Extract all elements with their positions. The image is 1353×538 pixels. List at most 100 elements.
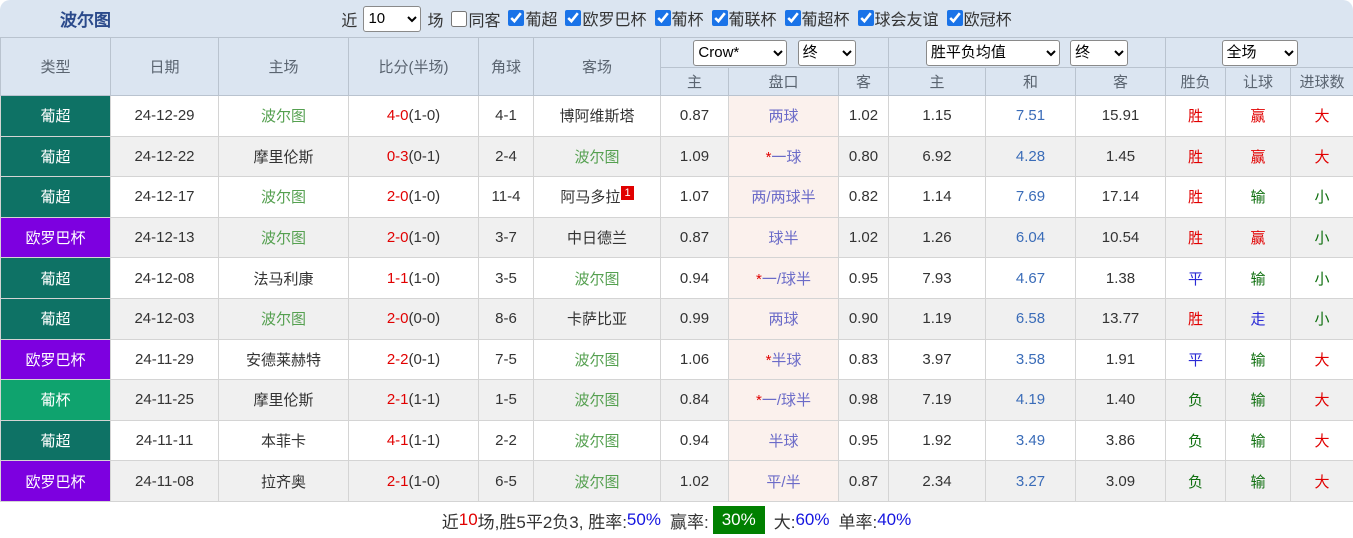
league-checkbox[interactable] [565, 10, 582, 26]
recent-count-select[interactable]: 10 [363, 5, 422, 32]
handicap-line-text: 两球 [768, 108, 799, 126]
odds-away: 1.40 [1074, 379, 1167, 421]
goals-result: 小 [1290, 297, 1353, 340]
match-date: 24-12-22 [110, 135, 219, 178]
summary-footer: 近 10 场,胜5平2负3, 胜率: 50% 赢率: 30% 大: 60% 单率: 40% [0, 501, 1353, 538]
odds-home: 7.19 [888, 379, 986, 421]
corner-count: 3-7 [478, 216, 534, 259]
league-type-badge: 欧罗巴杯 [0, 460, 111, 502]
footer-single-rate: 40% [877, 510, 912, 530]
league-filter[interactable]: 葡超 [508, 6, 557, 30]
half-time-score: (1-1) [408, 391, 441, 409]
handicap-away-odds: 0.95 [838, 257, 889, 299]
odds-group-header: 胜平负均值 终 [887, 37, 1167, 68]
handicap-line-text: 一球 [771, 148, 802, 166]
match-date: 24-12-13 [110, 216, 219, 259]
odds-draw: 3.49 [985, 419, 1076, 462]
team-recent-matches-panel: 波尔图 近 10 场 同客 葡超 欧罗巴杯 葡杯 葡联杯 葡超杯 球会友谊 欧冠杯 类型 [0, 0, 1353, 538]
league-label: 欧罗巴杯 [582, 12, 647, 29]
odds-draw: 7.69 [985, 176, 1076, 218]
subcol-result: 胜负 [1165, 67, 1227, 96]
bookmaker-select[interactable]: Crow* [693, 39, 788, 66]
handicap-home-odds: 0.94 [660, 257, 729, 299]
handicap-away-odds: 0.83 [838, 338, 889, 381]
league-type-badge: 葡超 [0, 176, 111, 218]
footer-match-count: 10 [458, 510, 478, 530]
same-venue-checkbox[interactable] [451, 10, 468, 27]
handicap-result: 输 [1225, 379, 1292, 421]
odds-away: 15.91 [1074, 95, 1167, 137]
footer-big-label: 大: [773, 512, 796, 532]
league-filter[interactable]: 欧冠杯 [946, 6, 1012, 30]
away-team-name: 波尔图 [574, 351, 620, 369]
league-filter[interactable]: 球会友谊 [857, 6, 939, 30]
league-checkbox[interactable] [784, 10, 801, 26]
league-checkbox[interactable] [857, 10, 874, 26]
away-team-name: 波尔图 [574, 392, 620, 410]
league-label: 葡联杯 [728, 12, 777, 29]
half-time-score: (1-0) [408, 107, 441, 125]
scope-select[interactable]: 全场 [1221, 39, 1298, 66]
same-venue-filter[interactable]: 同客 [451, 7, 500, 31]
handicap-result: 走 [1225, 297, 1292, 340]
col-header-home: 主场 [218, 37, 349, 96]
score-cell: 2-1(1-1) [348, 379, 479, 421]
away-team-name: 卡萨比亚 [566, 311, 627, 329]
home-team-name: 摩里伦斯 [253, 148, 314, 166]
league-type-badge: 葡杯 [0, 379, 111, 421]
col-header-date: 日期 [110, 37, 219, 96]
score-cell: 2-1(1-0) [348, 460, 479, 502]
match-result: 平 [1165, 257, 1227, 299]
footer-win-rate: 50% [626, 510, 661, 530]
odds-home: 1.26 [888, 216, 986, 259]
league-filter[interactable]: 葡超杯 [784, 6, 850, 30]
corner-count: 7-5 [478, 338, 534, 381]
match-row: 葡超 24-12-29 波尔图 4-0(1-0) 4-1 博阿维斯塔 0.87 … [0, 95, 1353, 137]
league-checkbox[interactable] [654, 10, 671, 26]
handicap-line-text: 半球 [771, 351, 802, 369]
subcol-handicap-line: 盘口 [728, 67, 839, 96]
filter-controls: 近 10 场 同客 葡超 欧罗巴杯 葡杯 葡联杯 葡超杯 球会友谊 欧冠杯 [341, 5, 1012, 32]
table-body: 葡超 24-12-29 波尔图 4-0(1-0) 4-1 博阿维斯塔 0.87 … [0, 95, 1353, 502]
subcol-goals: 进球数 [1290, 67, 1353, 96]
half-time-score: (1-1) [408, 432, 441, 450]
full-time-score: 4-1 [386, 432, 409, 450]
home-team-name: 拉齐奥 [260, 473, 306, 491]
result-group-header: 全场 [1165, 37, 1353, 68]
league-checkbox[interactable] [508, 10, 525, 26]
odds-draw: 6.04 [985, 216, 1076, 259]
handicap-away-odds: 0.87 [838, 460, 889, 502]
home-team-name: 波尔图 [260, 189, 306, 207]
handicap-line: 两/两球半 [728, 176, 839, 218]
handicap-line-text: 半球 [768, 433, 799, 451]
handicap-line: *一球 [728, 135, 839, 178]
corner-count: 4-1 [478, 95, 534, 137]
odds-draw: 3.27 [985, 460, 1076, 502]
full-time-score: 2-2 [386, 350, 409, 368]
league-filter[interactable]: 欧罗巴杯 [565, 6, 647, 30]
league-checkbox[interactable] [946, 10, 963, 26]
goals-result: 大 [1290, 135, 1353, 178]
league-checkbox[interactable] [711, 10, 728, 26]
handicap-line-text: 一/球半 [761, 392, 811, 410]
full-time-score: 2-0 [386, 310, 409, 328]
corner-count: 11-4 [478, 176, 534, 218]
odds-home: 3.97 [888, 338, 986, 381]
full-time-score: 1-1 [386, 269, 409, 287]
odds-type-select[interactable]: 胜平负均值 [925, 39, 1060, 66]
odds-time-select[interactable]: 终 [1070, 39, 1129, 66]
league-label: 球会友谊 [874, 12, 939, 29]
handicap-away-odds: 1.02 [838, 95, 889, 137]
corner-count: 1-5 [478, 379, 534, 421]
handicap-time-select[interactable]: 终 [797, 39, 856, 66]
handicap-result: 赢 [1225, 95, 1292, 137]
full-time-score: 4-0 [386, 107, 409, 125]
footer-handicap-label: 赢率: [669, 512, 709, 532]
league-filter[interactable]: 葡联杯 [711, 6, 777, 30]
topbar: 波尔图 近 10 场 同客 葡超 欧罗巴杯 葡杯 葡联杯 葡超杯 球会友谊 欧冠杯 [0, 0, 1353, 37]
match-date: 24-12-29 [110, 95, 219, 137]
handicap-line-text: 平/半 [766, 473, 801, 491]
league-filter[interactable]: 葡杯 [654, 6, 704, 30]
goals-result: 大 [1290, 419, 1353, 462]
handicap-line: 两球 [728, 95, 839, 137]
